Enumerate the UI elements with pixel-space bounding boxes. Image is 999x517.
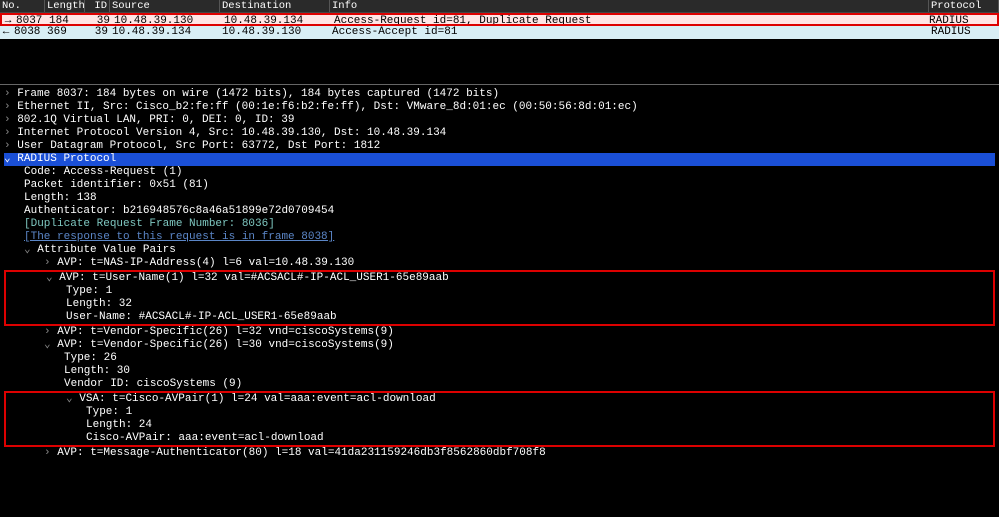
tree-radius-length[interactable]: Length: 138: [4, 192, 995, 205]
tree-ip[interactable]: › Internet Protocol Version 4, Src: 10.4…: [4, 127, 995, 140]
col-header-no[interactable]: No.: [0, 0, 45, 12]
cell-info: Access-Accept id=81: [330, 26, 929, 39]
col-header-length[interactable]: Length: [45, 0, 85, 12]
tree-vsa[interactable]: ⌄ VSA: t=Cisco-AVPair(1) l=24 val=aaa:ev…: [6, 393, 993, 406]
tree-udp[interactable]: › User Datagram Protocol, Src Port: 6377…: [4, 140, 995, 153]
col-header-info[interactable]: Info: [330, 0, 929, 12]
direction-icon: →: [2, 15, 14, 24]
tree-radius-code[interactable]: Code: Access-Request (1): [4, 166, 995, 179]
packet-row-8037[interactable]: → 8037 184 39 10.48.39.130 10.48.39.134 …: [0, 13, 999, 26]
packet-details-pane: › Frame 8037: 184 bytes on wire (1472 bi…: [0, 84, 999, 463]
col-header-id[interactable]: ID: [85, 0, 110, 12]
tree-vlan[interactable]: › 802.1Q Virtual LAN, PRI: 0, DEI: 0, ID…: [4, 114, 995, 127]
tree-avp-vendor2-vid[interactable]: Vendor ID: ciscoSystems (9): [4, 378, 995, 391]
cell-length: 184: [47, 15, 87, 24]
cell-protocol: RADIUS: [927, 15, 997, 24]
col-header-protocol[interactable]: Protocol: [929, 0, 999, 12]
tree-vsa-type[interactable]: Type: 1: [6, 406, 993, 419]
tree-avp-header[interactable]: ⌄ Attribute Value Pairs: [4, 244, 995, 257]
highlight-box-vsa-avpair: ⌄ VSA: t=Cisco-AVPair(1) l=24 val=aaa:ev…: [4, 391, 995, 447]
tree-avp-username-len[interactable]: Length: 32: [6, 298, 993, 311]
col-header-source[interactable]: Source: [110, 0, 220, 12]
tree-avp-vendor1[interactable]: › AVP: t=Vendor-Specific(26) l=32 vnd=ci…: [4, 326, 995, 339]
tree-frame[interactable]: › Frame 8037: 184 bytes on wire (1472 bi…: [4, 88, 995, 101]
tree-avp-vendor2-type[interactable]: Type: 26: [4, 352, 995, 365]
cell-id: 39: [85, 26, 110, 39]
cell-protocol: RADIUS: [929, 26, 999, 39]
cell-no: 8038: [12, 26, 45, 39]
cell-no: 8037: [14, 15, 47, 24]
tree-radius-pktid[interactable]: Packet identifier: 0x51 (81): [4, 179, 995, 192]
direction-icon: ←: [0, 26, 12, 39]
tree-vsa-len[interactable]: Length: 24: [6, 419, 993, 432]
tree-radius-protocol[interactable]: ⌄ RADIUS Protocol: [4, 153, 995, 166]
tree-avp-nas[interactable]: › AVP: t=NAS-IP-Address(4) l=6 val=10.48…: [4, 257, 995, 270]
packet-row-8038[interactable]: ← 8038 369 39 10.48.39.134 10.48.39.130 …: [0, 26, 999, 39]
tree-avp-username[interactable]: ⌄ AVP: t=User-Name(1) l=32 val=#ACSACL#-…: [6, 272, 993, 285]
cell-destination: 10.48.39.130: [220, 26, 330, 39]
tree-avp-vendor2-len[interactable]: Length: 30: [4, 365, 995, 378]
tree-avp-username-val[interactable]: User-Name: #ACSACL#-IP-ACL_USER1-65e89aa…: [6, 311, 993, 324]
tree-radius-auth[interactable]: Authenticator: b216948576c8a46a51899e72d…: [4, 205, 995, 218]
tree-vsa-val[interactable]: Cisco-AVPair: aaa:event=acl-download: [6, 432, 993, 445]
cell-info: Access-Request id=81, Duplicate Request: [332, 15, 927, 24]
highlight-box-username-avp: ⌄ AVP: t=User-Name(1) l=32 val=#ACSACL#-…: [4, 270, 995, 326]
cell-source: 10.48.39.130: [112, 15, 222, 24]
col-header-destination[interactable]: Destination: [220, 0, 330, 12]
packet-list-header: No. Length ID Source Destination Info Pr…: [0, 0, 999, 13]
tree-radius-response-link[interactable]: [The response to this request is in fram…: [4, 231, 995, 244]
tree-avp-msgauth[interactable]: › AVP: t=Message-Authenticator(80) l=18 …: [4, 447, 995, 460]
cell-id: 39: [87, 15, 112, 24]
cell-source: 10.48.39.134: [110, 26, 220, 39]
cell-length: 369: [45, 26, 85, 39]
cell-destination: 10.48.39.134: [222, 15, 332, 24]
packet-list-empty-area: [0, 39, 999, 84]
tree-avp-vendor2[interactable]: ⌄ AVP: t=Vendor-Specific(26) l=30 vnd=ci…: [4, 339, 995, 352]
tree-ethernet[interactable]: › Ethernet II, Src: Cisco_b2:fe:ff (00:1…: [4, 101, 995, 114]
tree-radius-duplicate-link[interactable]: [Duplicate Request Frame Number: 8036]: [4, 218, 995, 231]
tree-avp-username-type[interactable]: Type: 1: [6, 285, 993, 298]
